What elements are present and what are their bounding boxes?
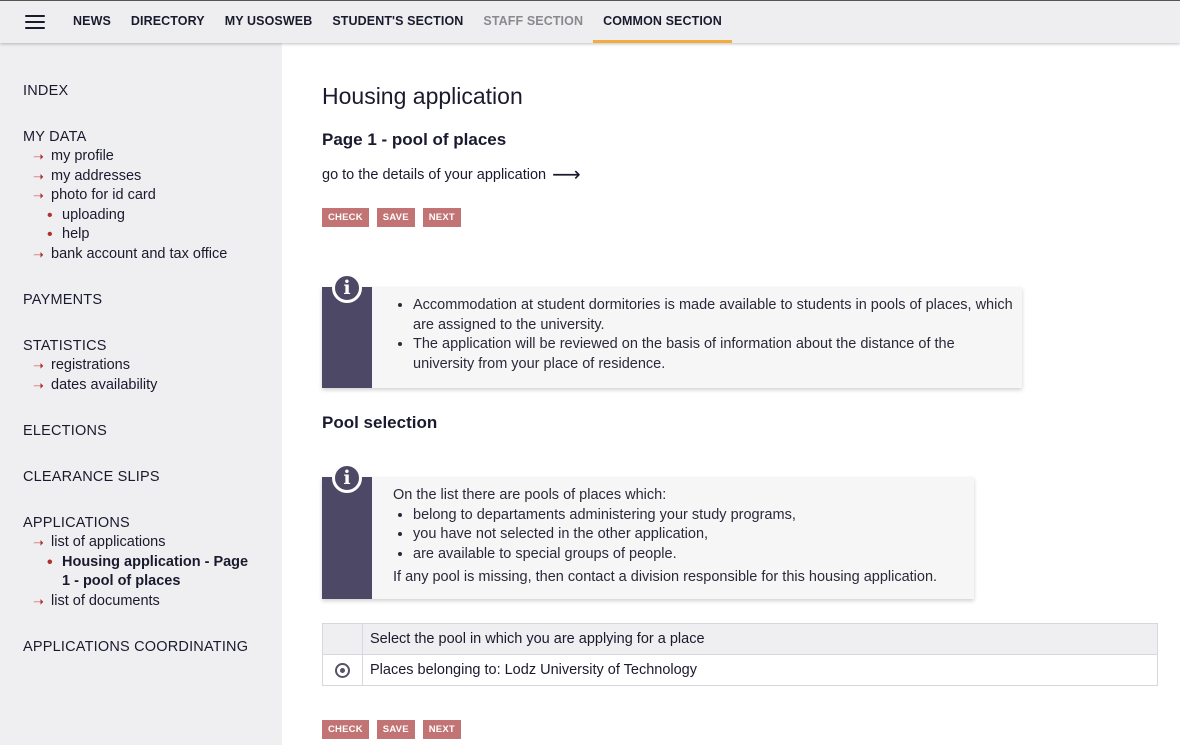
sidebar-uploading[interactable]: • uploading [23, 206, 282, 226]
info-item: you have not selected in the other appli… [413, 525, 968, 545]
arrow-right-icon: ➝ [33, 535, 44, 550]
bullet-icon: • [47, 206, 53, 224]
pool-selection-title: Pool selection [322, 413, 438, 432]
sidebar-item-label: bank account and tax office [51, 245, 228, 262]
button-row-top: CHECK SAVE NEXT [322, 208, 469, 227]
sidebar-item-label: list of documents [51, 592, 160, 609]
info-text: Accommodation at student dormitories is … [393, 296, 1013, 374]
arrow-right-icon: ➝ [33, 168, 44, 184]
info-item: are available to special groups of peopl… [413, 545, 968, 565]
bullet-icon: • [47, 553, 53, 571]
arrow-right-icon: ⟶ [552, 164, 581, 186]
info-item: Accommodation at student dormitories is … [413, 296, 1013, 335]
top-navigation-bar: NEWS DIRECTORY MY USOSWEB STUDENT'S SECT… [0, 0, 1180, 43]
arrow-right-icon: ➝ [33, 358, 44, 373]
page-title: Housing application [322, 83, 523, 109]
sidebar-my-profile[interactable]: ➝ my profile [23, 147, 282, 167]
sidebar-elections[interactable]: ELECTIONS [23, 421, 282, 441]
sidebar-photo[interactable]: ➝ photo for id card [23, 186, 282, 206]
next-button[interactable]: NEXT [422, 208, 461, 227]
sidebar-clearance-slips[interactable]: CLEARANCE SLIPS [23, 467, 282, 487]
sidebar-registrations[interactable]: ➝ registrations [23, 356, 282, 376]
sidebar-applications-coordinating[interactable]: APPLICATIONS COORDINATING [23, 637, 282, 657]
sidebar-list-of-applications[interactable]: ➝ list of applications [23, 533, 282, 553]
table-header-cell: Select the pool in which you are applyin… [362, 623, 1158, 655]
arrow-right-icon: ➝ [33, 246, 44, 262]
check-button[interactable]: CHECK [322, 720, 369, 739]
sidebar-item-label: uploading [62, 206, 125, 223]
sidebar-applications[interactable]: APPLICATIONS [23, 513, 282, 533]
details-link-label: go to the details of your application [322, 167, 547, 183]
sidebar-help[interactable]: • help [23, 225, 282, 245]
menu-icon[interactable] [25, 15, 45, 29]
sidebar-bank-account[interactable]: ➝ bank account and tax office [23, 245, 282, 265]
bullet-icon: • [47, 226, 53, 243]
table-header-empty-cell [322, 623, 363, 655]
info-outro: If any pool is missing, then contact a d… [393, 569, 938, 585]
sidebar-item-label: dates availability [51, 376, 158, 393]
info-icon: i [332, 273, 362, 303]
arrow-right-icon: ➝ [33, 377, 44, 393]
sidebar-item-label: my addresses [51, 167, 142, 184]
table-radio-cell[interactable] [322, 654, 363, 686]
sidebar-item-label: registrations [51, 357, 130, 373]
sidebar-item-label: 1 - pool of places [62, 573, 181, 589]
info-item: The application will be reviewed on the … [413, 335, 1013, 374]
button-row-bottom: CHECK SAVE NEXT [322, 720, 469, 739]
sidebar-payments[interactable]: PAYMENTS [23, 290, 282, 310]
sidebar-item-label: photo for id card [51, 187, 156, 203]
sidebar-item-label: list of applications [51, 534, 166, 550]
info-stripe [322, 477, 372, 599]
info-box-pools: i On the list there are pools of places … [322, 463, 974, 599]
nav-students-section[interactable]: STUDENT'S SECTION [322, 1, 473, 43]
arrow-right-icon: ➝ [33, 593, 44, 609]
pool-table: Select the pool in which you are applyin… [322, 623, 1158, 686]
info-icon: i [332, 463, 362, 493]
sidebar-dates-availability[interactable]: ➝ dates availability [23, 376, 282, 396]
save-button[interactable]: SAVE [376, 720, 415, 739]
sidebar-item-label: help [62, 226, 90, 242]
nav-my-usosweb[interactable]: MY USOSWEB [215, 1, 323, 43]
sidebar-my-addresses[interactable]: ➝ my addresses [23, 167, 282, 187]
main-nav: NEWS DIRECTORY MY USOSWEB STUDENT'S SECT… [63, 1, 732, 43]
next-button[interactable]: NEXT [422, 720, 461, 739]
table-cell[interactable]: Places belonging to: Lodz University of … [362, 654, 1158, 686]
nav-news[interactable]: NEWS [63, 1, 121, 43]
nav-common-section[interactable]: COMMON SECTION [593, 1, 732, 43]
info-box-accommodation: i Accommodation at student dormitories i… [322, 273, 1022, 388]
arrow-right-icon: ➝ [33, 149, 44, 164]
sidebar-current-page: • Housing application - Page 1 - pool of p… [23, 553, 282, 592]
nav-directory[interactable]: DIRECTORY [121, 1, 215, 43]
info-item: belong to departaments administering you… [413, 506, 968, 526]
sidebar-item-label: Housing application - Page [62, 553, 249, 570]
sidebar-my-data[interactable]: MY DATA [23, 127, 282, 147]
sidebar-statistics[interactable]: STATISTICS [23, 336, 282, 356]
table-header-row: Select the pool in which you are applyin… [322, 623, 1158, 655]
pool-radio-button[interactable] [335, 662, 350, 678]
info-text: On the list there are pools of places wh… [393, 486, 968, 588]
application-details-link[interactable]: go to the details of your application ⟶ [322, 164, 581, 186]
arrow-right-icon: ➝ [33, 188, 44, 203]
sidebar-index[interactable]: INDEX [23, 81, 282, 101]
table-row[interactable]: Places belonging to: Lodz University of … [322, 654, 1158, 686]
nav-staff-section: STAFF SECTION [483, 14, 584, 28]
sidebar-item-label: my profile [51, 148, 114, 164]
check-button[interactable]: CHECK [322, 208, 369, 227]
save-button[interactable]: SAVE [376, 208, 415, 227]
sidebar: INDEX MY DATA ➝ my profile ➝ my addresses … [0, 43, 282, 745]
info-intro: On the list there are pools of places wh… [393, 487, 667, 503]
sidebar-list-of-documents[interactable]: ➝ list of documents [23, 592, 282, 612]
page-subtitle: Page 1 - pool of places [322, 130, 507, 149]
